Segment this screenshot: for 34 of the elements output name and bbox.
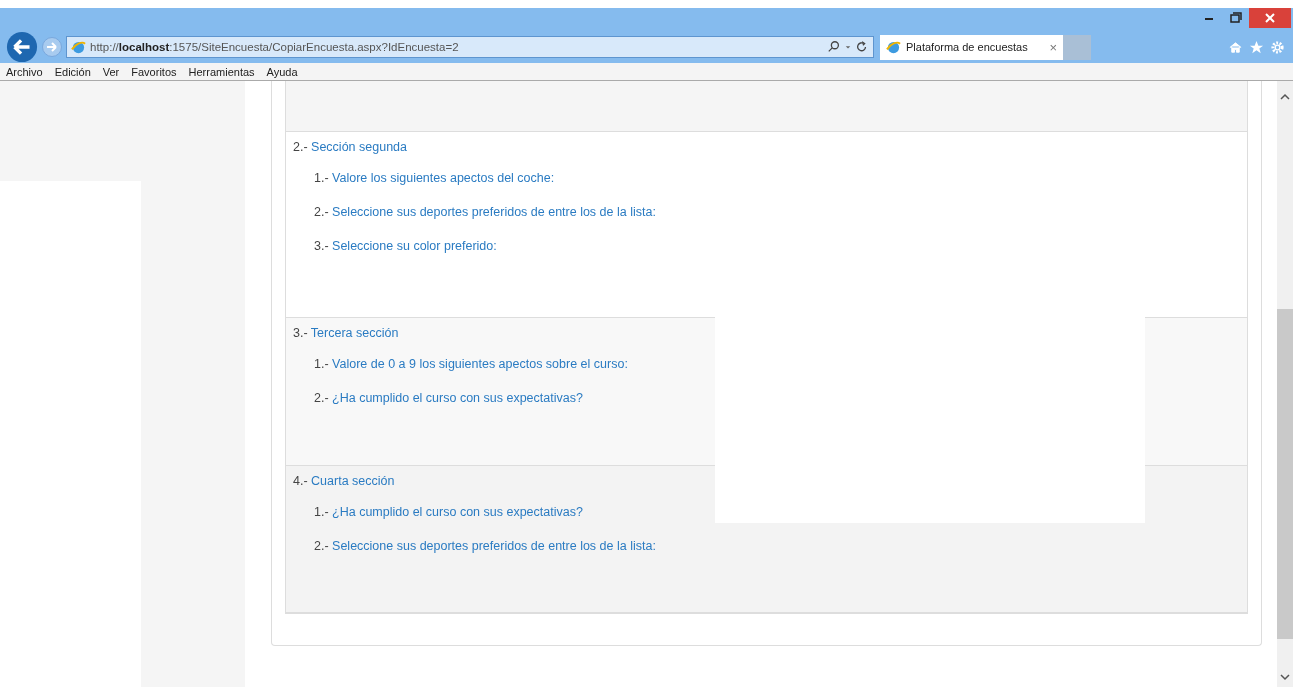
home-icon[interactable]	[1228, 39, 1243, 55]
section-title: 4.- Cuarta sección	[293, 474, 396, 488]
question-text: 3.- Seleccione su color preferido:	[314, 239, 498, 253]
search-icon[interactable]	[827, 40, 841, 54]
menu-item[interactable]: Herramientas	[188, 65, 255, 78]
settings-icon[interactable]	[1270, 39, 1285, 55]
forward-icon[interactable]	[41, 36, 63, 58]
question-text: 1.- Valore los siguientes apectos del coche:	[314, 171, 556, 185]
question-text: 1.- Valore de 0 a 9 los siguientes apectos sobre el curso:	[314, 357, 629, 371]
menu-item[interactable]: Favoritos	[131, 65, 177, 78]
question-text: 1.- ¿Ha cumplido el curso con sus expectativas?	[314, 505, 584, 519]
close-icon[interactable]	[1249, 8, 1291, 28]
globe-icon	[71, 39, 86, 55]
globe-icon	[886, 39, 901, 55]
star-icon[interactable]	[1249, 39, 1264, 55]
scrollbar[interactable]	[1277, 81, 1293, 687]
question-text: 2.- Seleccione sus deportes preferidos de entre los de la lista:	[314, 205, 657, 219]
back-icon[interactable]	[6, 31, 38, 63]
tab-title: Plataforma de encuestas	[906, 41, 1029, 53]
menu-item[interactable]: Ayuda	[266, 65, 298, 78]
question-text: 2.- ¿Ha cumplido el curso con sus expectativas?	[314, 391, 584, 405]
scrollbar-thumb[interactable]	[1277, 309, 1293, 639]
menu-item[interactable]: Archivo	[6, 65, 43, 78]
url-text: http://localhost:1575/SiteEncuesta/CopiarEncuesta.aspx?IdEncuesta=2	[90, 41, 460, 53]
scroll-down-icon[interactable]	[1277, 671, 1293, 683]
menu-item[interactable]: Ver	[102, 65, 120, 78]
section-title: 2.- Sección segunda	[293, 140, 408, 154]
refresh-icon[interactable]	[855, 40, 869, 54]
tab-close-button[interactable]: ×	[1049, 39, 1057, 55]
menu-item[interactable]: Edición	[54, 65, 91, 78]
browser-tab[interactable]: Plataforma de encuestas ×	[880, 34, 1063, 60]
address-bar[interactable]: http://localhost:1575/SiteEncuesta/CopiarEncuesta.aspx?IdEncuesta=2	[66, 36, 874, 58]
question-text: 2.- Seleccione sus deportes preferidos de entre los de la lista:	[314, 539, 657, 553]
section-title: 3.- Tercera sección	[293, 326, 400, 340]
